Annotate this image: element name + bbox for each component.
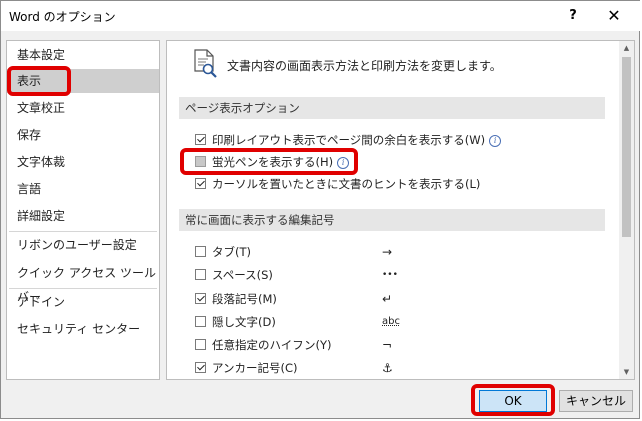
panel-description: 文書内容の画面表示方法と印刷方法を変更します。	[227, 59, 502, 73]
sidebar-item-typography[interactable]: 文字体裁	[7, 150, 159, 174]
checkbox[interactable]	[195, 339, 206, 350]
checkbox[interactable]	[195, 178, 206, 189]
space-mark-icon: •••	[382, 270, 398, 280]
option-spaces[interactable]: スペース(S)	[195, 265, 273, 285]
sidebar-divider	[9, 231, 157, 232]
option-show-document-tooltips[interactable]: カーソルを置いたときに文書のヒントを表示する(L)	[195, 174, 480, 194]
checkbox[interactable]	[195, 362, 206, 373]
display-options-panel: 文書内容の画面表示方法と印刷方法を変更します。 ページ表示オプション 印刷レイア…	[166, 40, 635, 380]
formatting-marks-header: 常に画面に表示する編集記号	[179, 209, 605, 231]
sidebar-item-general[interactable]: 基本設定	[7, 43, 159, 67]
sidebar-item-save[interactable]: 保存	[7, 123, 159, 147]
scroll-thumb[interactable]	[622, 57, 631, 237]
highlight-annotation-display	[7, 66, 71, 96]
help-button[interactable]: ?	[561, 5, 585, 27]
checkbox[interactable]	[195, 269, 206, 280]
hyphen-mark-icon: ¬	[382, 338, 393, 352]
scroll-up-icon[interactable]: ▲	[619, 41, 634, 55]
sidebar-item-advanced[interactable]: 詳細設定	[7, 204, 159, 228]
word-options-dialog: Word のオプション ? ✕ 基本設定 表示 文章校正 保存 文字体裁 言語 …	[0, 0, 641, 419]
checkbox[interactable]	[195, 316, 206, 327]
option-hidden-text[interactable]: 隠し文字(D)	[195, 312, 276, 332]
paragraph-mark-icon: ↵	[382, 292, 393, 306]
page-display-options-header: ページ表示オプション	[179, 97, 605, 119]
highlight-annotation-ok	[471, 384, 555, 416]
checkbox[interactable]	[195, 246, 206, 257]
option-paragraph-marks[interactable]: 段落記号(M)	[195, 289, 277, 309]
sidebar-divider	[9, 288, 157, 289]
window-title: Word のオプション	[9, 10, 116, 24]
sidebar-item-trust-center[interactable]: セキュリティ センター	[7, 317, 159, 341]
checkbox[interactable]	[195, 293, 206, 304]
sidebar-item-proofing[interactable]: 文章校正	[7, 96, 159, 120]
option-optional-hyphens[interactable]: 任意指定のハイフン(Y)	[195, 335, 332, 355]
highlight-annotation-highlighter	[180, 148, 358, 175]
option-show-whitespace[interactable]: 印刷レイアウト表示でページ間の余白を表示する(W) i	[195, 130, 502, 150]
document-magnifier-icon	[194, 49, 217, 78]
option-object-anchors[interactable]: アンカー記号(C)	[195, 358, 298, 378]
close-button[interactable]: ✕	[599, 5, 629, 27]
sidebar-item-quick-access-toolbar[interactable]: クイック アクセス ツール バー	[7, 261, 159, 304]
option-tab-characters[interactable]: タブ(T)	[195, 242, 251, 262]
title-bar: Word のオプション ? ✕	[1, 1, 641, 31]
sidebar-item-addins[interactable]: アドイン	[7, 290, 159, 314]
cancel-button[interactable]: キャンセル	[559, 390, 633, 412]
info-icon: i	[489, 135, 502, 147]
scroll-down-icon[interactable]: ▼	[619, 365, 634, 379]
content-scrollbar[interactable]: ▲ ▼	[619, 41, 634, 379]
anchor-mark-icon: ⚓	[382, 361, 393, 375]
tab-mark-icon: →	[382, 245, 393, 259]
hidden-text-mark-icon: abc	[382, 316, 400, 327]
sidebar-item-language[interactable]: 言語	[7, 177, 159, 201]
sidebar-item-customize-ribbon[interactable]: リボンのユーザー設定	[7, 233, 159, 257]
checkbox[interactable]	[195, 134, 206, 145]
